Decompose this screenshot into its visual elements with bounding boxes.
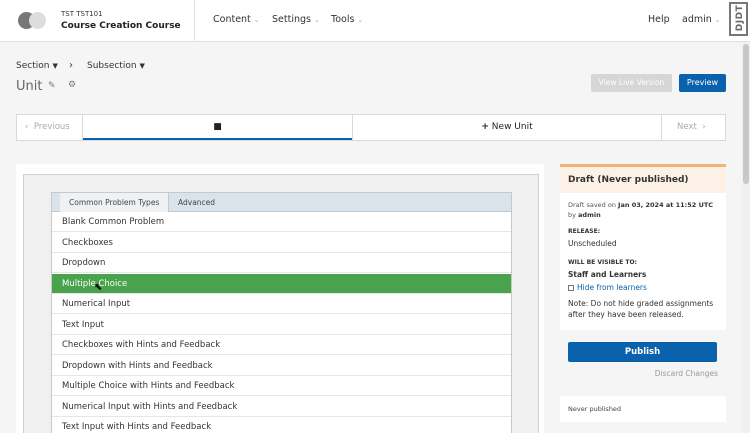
gear-icon[interactable]: ⚙ <box>68 80 76 90</box>
preview-button[interactable]: Preview <box>679 74 726 92</box>
list-item[interactable]: Numerical Input with Hints and Feedback <box>52 397 511 417</box>
publish-history: Never published <box>560 396 726 422</box>
checkbox-icon <box>568 285 574 291</box>
caret-down-icon: ▼ <box>52 62 58 70</box>
course-name[interactable]: Course Creation Course <box>61 21 181 31</box>
list-item[interactable]: Checkboxes <box>52 233 511 253</box>
list-item[interactable]: Checkboxes with Hints and Feedback <box>52 335 511 355</box>
current-unit-tab[interactable]: ■ <box>83 115 352 140</box>
publish-status-title: Draft (Never published) <box>560 167 726 193</box>
plus-icon: + <box>481 122 489 132</box>
help-link[interactable]: Help <box>648 14 670 25</box>
page-title: Unit <box>16 79 43 94</box>
course-org: TST TST101 <box>61 10 103 18</box>
nav-content[interactable]: Content ⌄ <box>213 14 260 25</box>
top-header: TST TST101 Course Creation Course Conten… <box>0 0 750 42</box>
draft-info: Draft saved on Jan 03, 2024 at 11:52 UTC… <box>568 201 714 219</box>
problem-type-picker: Common Problem Types Advanced Blank Comm… <box>51 192 512 433</box>
release-value: Unscheduled <box>568 239 617 248</box>
list-item-selected[interactable]: Multiple Choice ⬉ <box>52 274 511 294</box>
list-item[interactable]: Text Input with Hints and Feedback <box>52 417 511 433</box>
breadcrumb-section[interactable]: Section ▼ <box>16 61 58 71</box>
list-item[interactable]: Blank Common Problem <box>52 212 511 232</box>
djdt-toolbar-handle[interactable]: DJDT <box>729 2 748 36</box>
publish-actions: Publish Discard Changes <box>560 330 726 391</box>
breadcrumb-separator: › <box>69 60 73 71</box>
publish-sidebar: Draft (Never published) Draft saved on J… <box>560 164 726 391</box>
header-divider <box>194 0 195 42</box>
chevron-down-icon: ⌄ <box>357 16 364 24</box>
caret-down-icon: ▼ <box>139 62 145 70</box>
previous-unit-button[interactable]: ‹ Previous <box>17 115 83 140</box>
list-item[interactable]: Numerical Input <box>52 294 511 314</box>
user-menu[interactable]: admin ⌄ <box>682 14 721 25</box>
next-unit-button[interactable]: Next › <box>661 115 725 140</box>
studio-logo[interactable] <box>16 11 48 31</box>
hide-note: Note: Do not hide graded assignments aft… <box>568 299 714 319</box>
unit-content: Common Problem Types Advanced Blank Comm… <box>16 164 544 433</box>
new-unit-button[interactable]: + New Unit <box>352 115 661 140</box>
pencil-icon[interactable]: ✎ <box>48 81 56 91</box>
list-item[interactable]: Text Input <box>52 315 511 335</box>
page-scrollbar[interactable] <box>742 42 750 433</box>
tab-advanced[interactable]: Advanced <box>169 193 224 212</box>
list-item[interactable]: Dropdown with Hints and Feedback <box>52 356 511 376</box>
release-label: RELEASE: <box>568 228 601 235</box>
add-component-area: Common Problem Types Advanced Blank Comm… <box>23 174 539 433</box>
hide-from-learners-checkbox[interactable]: Hide from learners <box>568 283 647 292</box>
visible-label: WILL BE VISIBLE TO: <box>568 259 637 266</box>
nav-tools[interactable]: Tools ⌄ <box>331 14 363 25</box>
tab-common-problem-types[interactable]: Common Problem Types <box>60 193 170 212</box>
visible-value: Staff and Learners <box>568 270 647 279</box>
book-icon: ■ <box>213 122 222 132</box>
picker-tabs: Common Problem Types Advanced <box>52 193 511 212</box>
chevron-left-icon: ‹ <box>25 122 29 132</box>
chevron-right-icon: › <box>702 122 706 132</box>
publish-button[interactable]: Publish <box>568 342 717 362</box>
chevron-down-icon: ⌄ <box>313 16 320 24</box>
unit-navigation: ‹ Previous ■ + New Unit Next › <box>16 114 726 141</box>
view-live-button[interactable]: View Live Version <box>591 74 672 92</box>
chevron-down-icon: ⌄ <box>253 16 260 24</box>
chevron-down-icon: ⌄ <box>714 16 721 24</box>
scrollbar-thumb[interactable] <box>743 44 749 184</box>
discard-changes-link[interactable]: Discard Changes <box>655 369 718 378</box>
list-item[interactable]: Dropdown <box>52 253 511 273</box>
list-item[interactable]: Multiple Choice with Hints and Feedback <box>52 376 511 396</box>
breadcrumb-subsection[interactable]: Subsection ▼ <box>87 61 145 71</box>
nav-settings[interactable]: Settings ⌄ <box>272 14 320 25</box>
